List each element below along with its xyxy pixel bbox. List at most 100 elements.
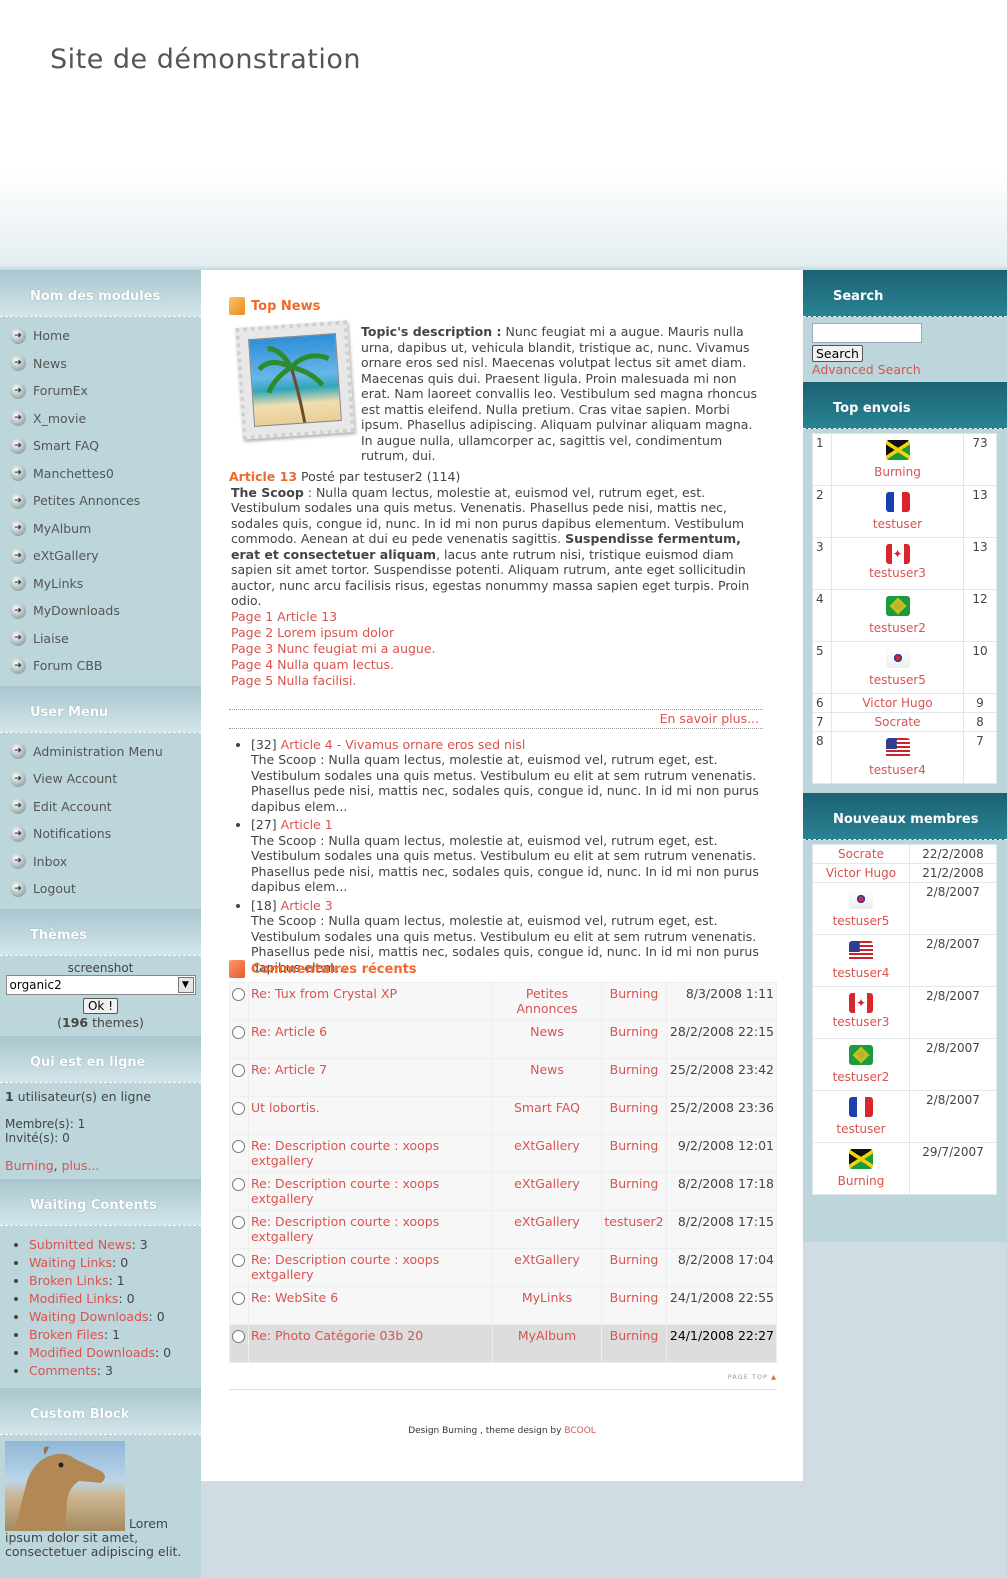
readmore-link[interactable]: En savoir plus... [660, 711, 759, 726]
module-item-extgallery[interactable]: ➜ eXtGallery [0, 542, 201, 570]
comment-title-cell: Re: Article 6 [249, 1021, 492, 1058]
new-member-link[interactable]: Victor Hugo [826, 866, 896, 880]
usermenu-item-inbox[interactable]: ➜ Inbox [0, 848, 201, 876]
comment-module-link[interactable]: News [530, 1062, 564, 1077]
comment-module-link[interactable]: MyLinks [522, 1290, 572, 1305]
top-poster-link[interactable]: testuser5 [869, 673, 926, 687]
waiting-link-modified-downloads[interactable]: Modified Downloads [29, 1345, 155, 1360]
comment-date: 8/2/2008 17:18 [667, 1173, 776, 1210]
waiting-link-broken-links[interactable]: Broken Links [29, 1273, 109, 1288]
comment-user-link[interactable]: Burning [610, 1176, 659, 1191]
article-page-link-2[interactable]: Page 2 Lorem ipsum dolor [231, 625, 763, 641]
comment-user-link[interactable]: Burning [610, 986, 659, 1001]
module-item-forum-cbb[interactable]: ➜ Forum CBB [0, 652, 201, 680]
usermenu-item-view-account[interactable]: ➜ View Account [0, 765, 201, 793]
usermenu-item-notifications[interactable]: ➜ Notifications [0, 820, 201, 848]
comment-module-link[interactable]: eXtGallery [514, 1176, 580, 1191]
article-page-link-1[interactable]: Page 1 Article 13 [231, 609, 763, 625]
comment-module-cell: eXtGallery [493, 1211, 601, 1248]
comment-module-link[interactable]: News [530, 1024, 564, 1039]
comment-module-link[interactable]: eXtGallery [514, 1138, 580, 1153]
top-poster-link[interactable]: testuser3 [869, 566, 926, 580]
comment-title-link[interactable]: Re: Description courte : xoops extgaller… [251, 1252, 439, 1282]
waiting-link-waiting-downloads[interactable]: Waiting Downloads [29, 1309, 149, 1324]
comment-user-link[interactable]: Burning [610, 1138, 659, 1153]
comment-user-link[interactable]: Burning [610, 1290, 659, 1305]
top-poster-link[interactable]: Socrate [875, 715, 921, 729]
comment-user-link[interactable]: testuser2 [604, 1214, 663, 1229]
new-member-link[interactable]: Socrate [838, 847, 884, 861]
comment-module-link[interactable]: eXtGallery [514, 1214, 580, 1229]
comment-title-link[interactable]: Re: Description courte : xoops extgaller… [251, 1214, 439, 1244]
waiting-link-waiting-links[interactable]: Waiting Links [29, 1255, 112, 1270]
module-item-mydownloads[interactable]: ➜ MyDownloads [0, 597, 201, 625]
comment-title-link[interactable]: Re: Description courte : xoops extgaller… [251, 1138, 439, 1168]
article-title-link[interactable]: Article 13 [229, 469, 297, 484]
comment-user-link[interactable]: Burning [610, 1100, 659, 1115]
search-button[interactable]: Search [812, 345, 863, 362]
waiting-link-modified-links[interactable]: Modified Links [29, 1291, 118, 1306]
usermenu-item-logout[interactable]: ➜ Logout [0, 875, 201, 903]
comment-title-link[interactable]: Re: WebSite 6 [251, 1290, 338, 1305]
top-poster-link[interactable]: testuser2 [869, 621, 926, 635]
comment-user-link[interactable]: Burning [610, 1252, 659, 1267]
top-poster-link[interactable]: testuser [873, 517, 922, 531]
online-more-link[interactable]: plus... [62, 1158, 100, 1173]
comment-title-link[interactable]: Ut lobortis. [251, 1100, 320, 1115]
new-member-link[interactable]: Burning [838, 1174, 885, 1188]
module-item-petites-annonces[interactable]: ➜ Petites Annonces [0, 487, 201, 515]
comment-row: Re: Description courte : xoops extgaller… [230, 1135, 776, 1172]
waiting-link-comments[interactable]: Comments [29, 1363, 97, 1378]
footer-bcool-link[interactable]: BCOOL [564, 1426, 595, 1436]
top-poster-link[interactable]: Burning [874, 465, 921, 479]
article-page-link-4[interactable]: Page 4 Nulla quam lectus. [231, 657, 763, 673]
comment-user-link[interactable]: Burning [610, 1024, 659, 1039]
waiting-link-broken-files[interactable]: Broken Files [29, 1327, 104, 1342]
article-page-link-3[interactable]: Page 3 Nunc feugiat mi a augue. [231, 641, 763, 657]
comment-title-link[interactable]: Re: Article 7 [251, 1062, 327, 1077]
usermenu-item-edit-account[interactable]: ➜ Edit Account [0, 793, 201, 821]
article-page-link-5[interactable]: Page 5 Nulla facilisi. [231, 673, 763, 689]
module-item-myalbum[interactable]: ➜ MyAlbum [0, 515, 201, 543]
module-item-manchettes0[interactable]: ➜ Manchettes0 [0, 460, 201, 488]
theme-select[interactable]: organic2 ▼ [5, 974, 196, 995]
usermenu-item-label: Notifications [33, 826, 112, 842]
flag-ca-icon: ✦ [885, 544, 910, 564]
comment-user-link[interactable]: Burning [610, 1328, 659, 1343]
comment-user-link[interactable]: Burning [610, 1062, 659, 1077]
module-item-forumex[interactable]: ➜ ForumEx [0, 377, 201, 405]
waiting-link-submitted-news[interactable]: Submitted News [29, 1237, 132, 1252]
comment-module-link[interactable]: eXtGallery [514, 1252, 580, 1267]
theme-ok-button[interactable]: Ok ! [82, 997, 119, 1014]
news-title-link[interactable]: Article 3 [281, 898, 333, 913]
arrow-right-icon: ➜ [10, 798, 26, 815]
news-title-link[interactable]: Article 1 [281, 817, 333, 832]
comment-module-link[interactable]: MyAlbum [518, 1328, 576, 1343]
usermenu-item-administration-menu[interactable]: ➜ Administration Menu [0, 738, 201, 766]
search-input[interactable] [812, 323, 922, 343]
top-poster-link[interactable]: Victor Hugo [862, 696, 932, 710]
news-title-link[interactable]: Article 4 - Vivamus ornare eros sed nisl [281, 737, 526, 752]
module-item-x-movie[interactable]: ➜ X_movie [0, 405, 201, 433]
arrow-up-icon: ▲ [771, 1373, 777, 1381]
comment-title-link[interactable]: Re: Article 6 [251, 1024, 327, 1039]
module-item-smart-faq[interactable]: ➜ Smart FAQ [0, 432, 201, 460]
module-item-news[interactable]: ➜ News [0, 350, 201, 378]
new-member-link[interactable]: testuser3 [833, 1015, 890, 1029]
page-top-link[interactable]: PAGE TOP ▲ [229, 1363, 777, 1390]
comment-module-link[interactable]: Petites Annonces [516, 986, 577, 1016]
module-item-liaise[interactable]: ➜ Liaise [0, 625, 201, 653]
comment-module-link[interactable]: Smart FAQ [514, 1100, 580, 1115]
comment-title-link[interactable]: Re: Description courte : xoops extgaller… [251, 1176, 439, 1206]
advanced-search-link[interactable]: Advanced Search [812, 362, 998, 377]
top-poster-link[interactable]: testuser4 [869, 763, 926, 777]
new-member-link[interactable]: testuser5 [833, 914, 890, 928]
new-member-link[interactable]: testuser4 [833, 966, 890, 980]
new-member-link[interactable]: testuser [836, 1122, 885, 1136]
online-user-link[interactable]: Burning [5, 1158, 54, 1173]
module-item-home[interactable]: ➜ Home [0, 322, 201, 350]
module-item-mylinks[interactable]: ➜ MyLinks [0, 570, 201, 598]
comment-title-link[interactable]: Re: Photo Catégorie 03b 20 [251, 1328, 423, 1343]
comment-title-link[interactable]: Re: Tux from Crystal XP [251, 986, 397, 1001]
new-member-link[interactable]: testuser2 [833, 1070, 890, 1084]
